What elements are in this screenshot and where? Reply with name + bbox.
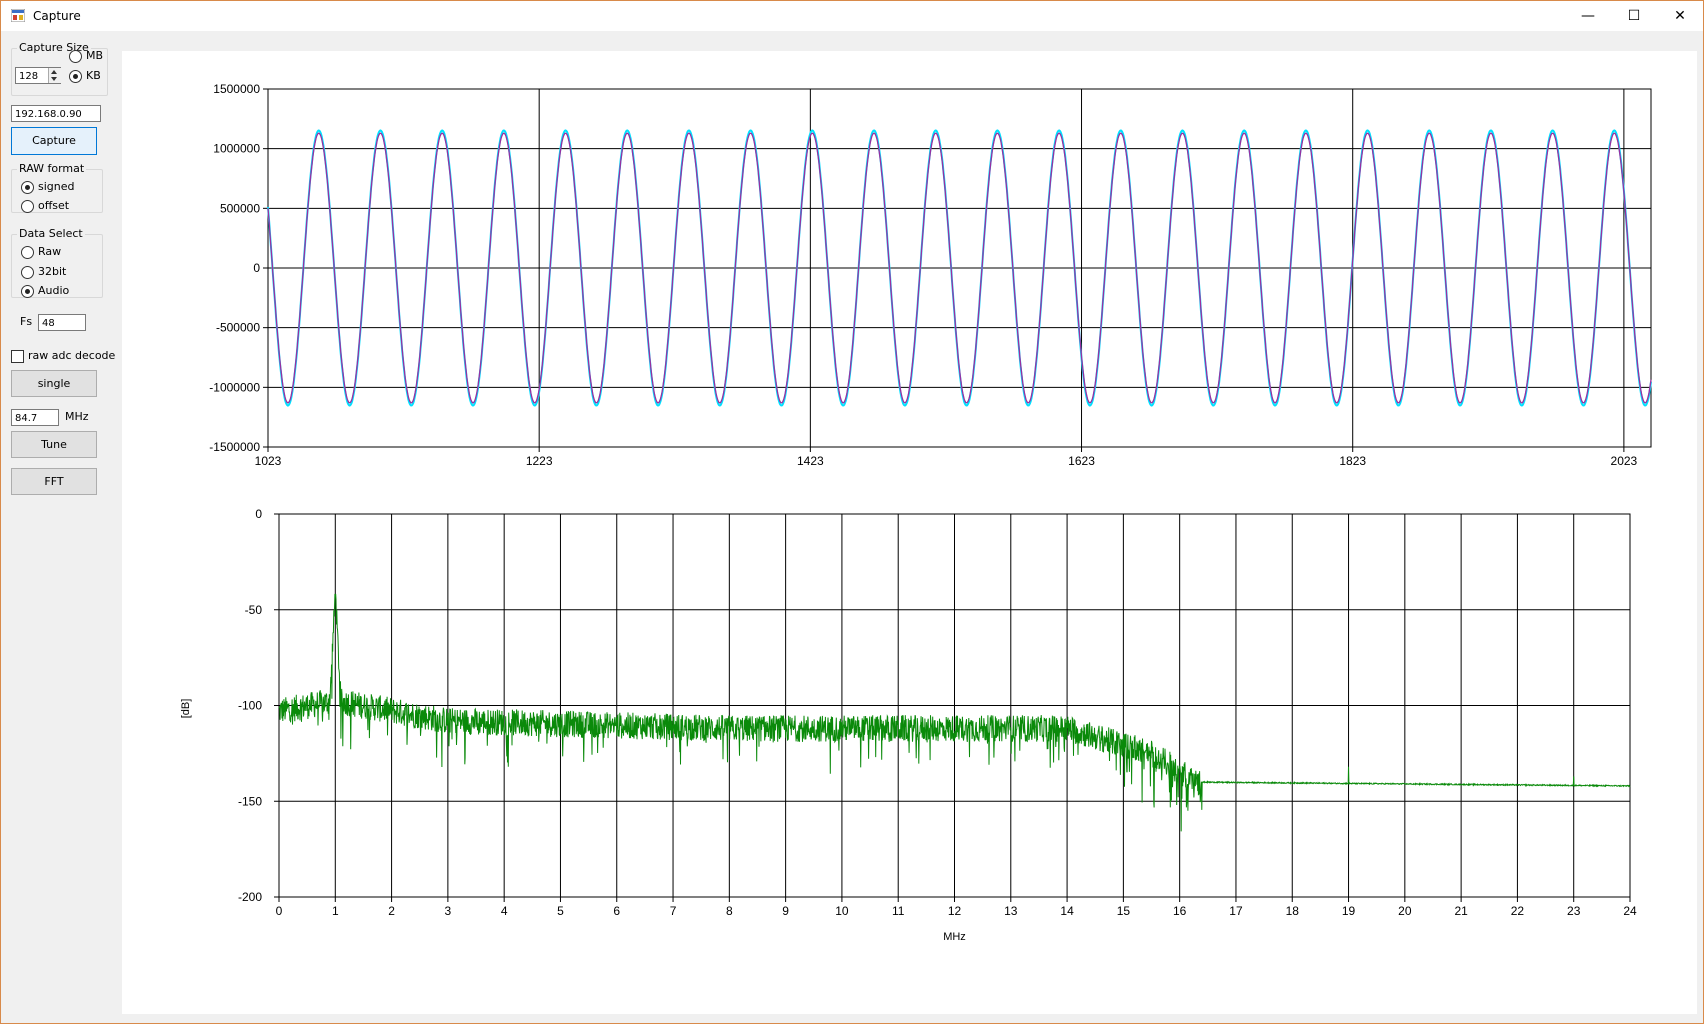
spectrum-x-tick-label: 13 xyxy=(1004,904,1018,918)
waveform-y-tick-label: 1500000 xyxy=(213,82,260,96)
spectrum-x-tick-label: 23 xyxy=(1567,904,1581,918)
frequency-unit-label: MHz xyxy=(65,410,89,423)
spectrum-y-tick-label: -200 xyxy=(238,890,262,904)
spectrum-y-ticks: 0 -50 -100 -150 -200 xyxy=(238,507,279,904)
waveform-chart: 1500000 1000000 500000 0 -500000 -1000000 -150… xyxy=(209,82,1652,468)
waveform-x-tick-label: 2023 xyxy=(1611,454,1638,468)
waveform-x-tick-label: 1423 xyxy=(797,454,824,468)
maximize-button[interactable]: ☐ xyxy=(1611,1,1657,31)
spectrum-x-tick-label: 5 xyxy=(557,904,564,918)
capture-window: Capture — ☐ ✕ Capture Size 128 MB KB 192… xyxy=(0,0,1704,1024)
spectrum-x-tick-label: 6 xyxy=(613,904,620,918)
waveform-x-tick-label: 1223 xyxy=(526,454,553,468)
spin-up-icon[interactable] xyxy=(51,70,57,74)
spectrum-x-tick-label: 2 xyxy=(388,904,395,918)
spectrum-x-tick-label: 22 xyxy=(1511,904,1525,918)
spectrum-x-tick-label: 11 xyxy=(892,904,905,918)
spectrum-x-tick-label: 9 xyxy=(782,904,789,918)
spectrum-x-tick-label: 24 xyxy=(1623,904,1637,918)
waveform-y-tick-label: 1000000 xyxy=(213,142,260,156)
radio-raw-circle[interactable] xyxy=(21,246,34,259)
spectrum-x-tick-label: 3 xyxy=(445,904,452,918)
radio-audio-circle[interactable] xyxy=(21,285,34,298)
minimize-button[interactable]: — xyxy=(1565,1,1611,31)
radio-32bit-circle[interactable] xyxy=(21,266,34,279)
tune-button[interactable]: Tune xyxy=(11,431,97,458)
spectrum-x-tick-label: 20 xyxy=(1398,904,1412,918)
close-button[interactable]: ✕ xyxy=(1657,1,1703,31)
waveform-y-tick-label: -1500000 xyxy=(209,440,260,454)
radio-audio-label: Audio xyxy=(38,284,70,297)
spectrum-y-tick-label: -150 xyxy=(238,794,262,808)
spectrum-y-axis-label: [dB] xyxy=(180,699,192,719)
waveform-y-tick-label: -500000 xyxy=(216,321,260,335)
waveform-y-tick-label: -1000000 xyxy=(209,380,260,394)
radio-signed-label: signed xyxy=(38,180,75,193)
radio-mb-label: MB xyxy=(86,49,104,62)
spectrum-x-tick-label: 12 xyxy=(948,904,962,918)
spectrum-chart: 0-50-100-150-200 0 1 2 3 4 5 6 7 8 9 10 11 12 13 14 15 1… xyxy=(180,507,1637,943)
spectrum-y-tick-label: 0 xyxy=(255,507,262,521)
control-panel: Capture Size 128 MB KB 192.168.0.90 Capt… xyxy=(1,32,119,1022)
capture-size-group: Capture Size 128 MB KB xyxy=(11,41,108,96)
raw-adc-decode-checkbox[interactable] xyxy=(11,350,24,363)
waveform-x-tick-label: 1823 xyxy=(1339,454,1366,468)
waveform-x-tick-label: 1023 xyxy=(255,454,282,468)
spectrum-y-tick-label: -50 xyxy=(245,603,263,617)
radio-offset-circle[interactable] xyxy=(21,200,34,213)
fft-button[interactable]: FFT xyxy=(11,468,97,495)
spectrum-x-tick-label: 10 xyxy=(835,904,849,918)
waveform-x-ticks: 1023 1223 1423 1623 1823 2023 xyxy=(255,447,1638,468)
radio-raw-label: Raw xyxy=(38,245,62,258)
spectrum-x-axis-label: MHz xyxy=(943,931,966,943)
spectrum-x-tick-label: 18 xyxy=(1286,904,1300,918)
app-icon xyxy=(11,9,25,22)
spectrum-x-tick-label: 14 xyxy=(1060,904,1074,918)
radio-mb-circle[interactable] xyxy=(69,50,82,63)
spectrum-y-tick-label: -100 xyxy=(238,699,262,713)
spectrum-x-tick-label: 21 xyxy=(1454,904,1468,918)
spectrum-x-tick-label: 4 xyxy=(501,904,508,918)
fs-label: Fs xyxy=(20,315,33,328)
spectrum-x-tick-label: 16 xyxy=(1173,904,1187,918)
spectrum-x-tick-label: 15 xyxy=(1117,904,1131,918)
radio-signed-circle[interactable] xyxy=(21,181,34,194)
waveform-y-tick-label: 500000 xyxy=(220,201,260,215)
waveform-y-ticks: 1500000 1000000 500000 0 -500000 -1000000 -150… xyxy=(209,82,268,454)
data-select-label: Data Select xyxy=(17,227,85,240)
spectrum-x-ticks: 0 1 2 3 4 5 6 7 8 9 10 11 12 13 14 15 16 17 18 19 20 21 22 23 24 xyxy=(276,897,1637,918)
spectrum-x-tick-label: 19 xyxy=(1342,904,1356,918)
radio-offset-label: offset xyxy=(38,199,70,212)
waveform-grid xyxy=(267,88,1652,448)
spin-down-icon[interactable] xyxy=(51,77,57,81)
frequency-input[interactable]: 84.7 xyxy=(11,409,59,426)
capture-size-spinner[interactable] xyxy=(48,68,61,83)
spectrum-x-tick-label: 17 xyxy=(1229,904,1243,918)
raw-adc-decode-label: raw adc decode xyxy=(28,349,116,362)
radio-32bit-label: 32bit xyxy=(38,265,67,278)
raw-format-label: RAW format xyxy=(17,162,87,175)
capture-button[interactable]: Capture xyxy=(11,127,97,155)
waveform-x-tick-label: 1623 xyxy=(1068,454,1095,468)
window-title: Capture xyxy=(33,9,81,23)
title-bar: Capture — ☐ ✕ xyxy=(1,1,1703,31)
ip-address-input[interactable]: 192.168.0.90 xyxy=(11,105,101,122)
fs-input[interactable]: 48 xyxy=(38,314,86,331)
single-button[interactable]: single xyxy=(11,370,97,397)
chart-area: 1500000 1000000 500000 0 -500000 -1000000 -150… xyxy=(122,51,1697,1014)
spectrum-grid xyxy=(278,513,1631,898)
radio-kb-circle[interactable] xyxy=(69,70,82,83)
data-select-group: Data Select Raw 32bit Audio xyxy=(11,227,103,298)
waveform-y-tick-label: 0 xyxy=(253,261,260,275)
radio-kb-label: KB xyxy=(86,69,101,82)
charts-svg: 1500000 1000000 500000 0 -500000 -1000000 -150… xyxy=(180,82,1652,943)
spectrum-x-tick-label: 7 xyxy=(670,904,677,918)
spectrum-x-tick-label: 0 xyxy=(276,904,283,918)
raw-format-group: RAW format signed offset xyxy=(11,162,103,213)
spectrum-x-tick-label: 1 xyxy=(332,904,339,918)
spectrum-x-tick-label: 8 xyxy=(726,904,733,918)
